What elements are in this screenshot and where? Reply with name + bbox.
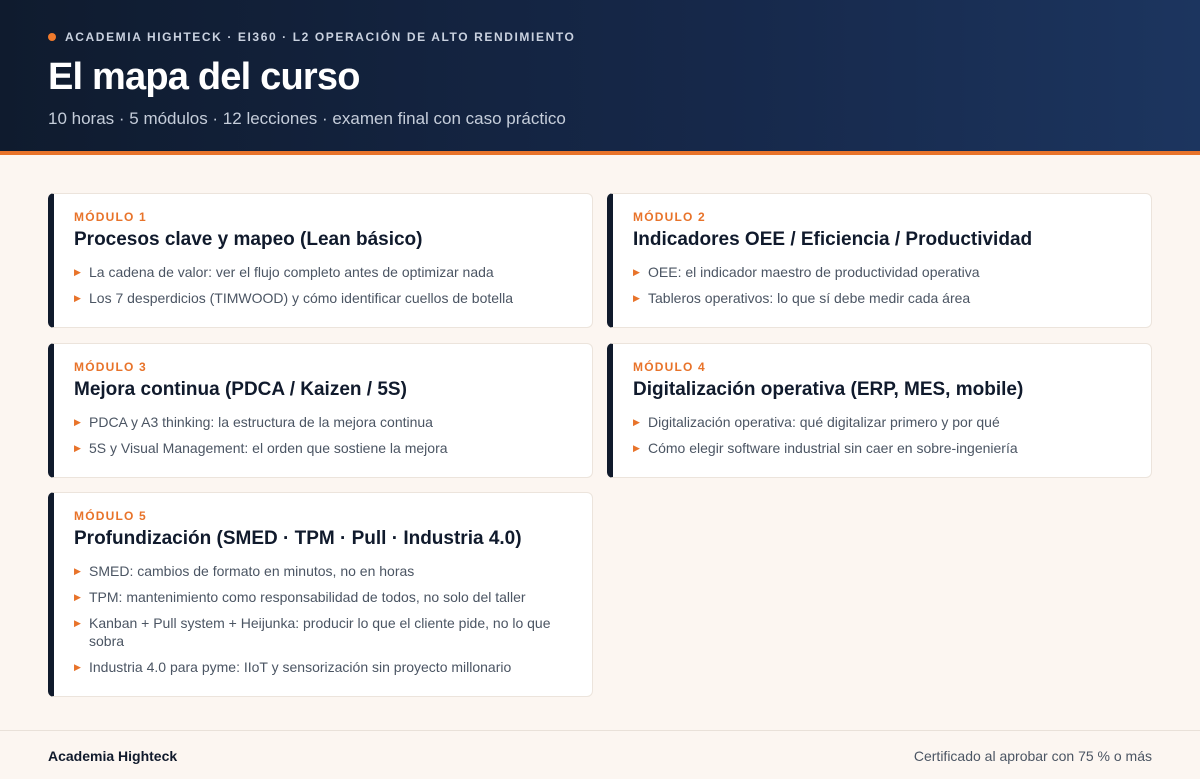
module-title: Profundización (SMED · TPM · Pull · Indu… (74, 528, 522, 549)
lesson-list: ▶ SMED: cambios de formato en minutos, no… (74, 562, 572, 676)
module-label: MÓDULO 3 (74, 360, 147, 374)
lesson-text: PDCA y A3 thinking: la estructura de la … (89, 414, 433, 430)
lesson-text: Los 7 desperdicios (TIMWOOD) y cómo iden… (89, 290, 514, 306)
triangle-bullet-icon: ▶ (633, 293, 640, 303)
triangle-bullet-icon: ▶ (74, 662, 81, 672)
lesson-text: SMED: cambios de formato en minutos, no … (89, 563, 415, 579)
triangle-bullet-icon: ▶ (74, 592, 81, 602)
triangle-bullet-icon: ▶ (633, 443, 640, 453)
lesson-text: TPM: mantenimiento como responsabilidad … (89, 589, 526, 605)
module-card-5: MÓDULO 5 Profundización (SMED · TPM · Pu… (48, 492, 593, 697)
module-card-2: MÓDULO 2 Indicadores OEE / Eficiencia / … (607, 193, 1152, 328)
lesson-item: ▶ 5S y Visual Management: el orden que so… (74, 439, 572, 457)
lesson-item: ▶ Digitalización operativa: qué digitaliz… (633, 413, 1131, 431)
lesson-list: ▶ Digitalización operativa: qué digitaliz… (633, 413, 1131, 457)
footer: Academia Highteck Certificado al aprobar… (0, 730, 1200, 779)
lesson-text: La cadena de valor: ver el flujo complet… (89, 264, 494, 280)
lesson-text: Cómo elegir software industrial sin caer… (648, 440, 1018, 456)
module-title: Digitalización operativa (ERP, MES, mobi… (633, 379, 1024, 400)
lesson-text: OEE: el indicador maestro de productivid… (648, 264, 980, 280)
module-label: MÓDULO 4 (633, 360, 706, 374)
triangle-bullet-icon: ▶ (74, 267, 81, 277)
lesson-item: ▶ Kanban + Pull system + Heijunka: produc… (74, 614, 572, 650)
lesson-list: ▶ PDCA y A3 thinking: la estructura de la… (74, 413, 572, 457)
lesson-item: ▶ Tableros operativos: lo que sí debe med… (633, 289, 1131, 307)
lesson-item: ▶ Cómo elegir software industrial sin cae… (633, 439, 1131, 457)
lesson-list: ▶ La cadena de valor: ver el flujo comple… (74, 263, 572, 307)
lesson-item: ▶ TPM: mantenimiento como responsabilidad… (74, 588, 572, 606)
module-title: Procesos clave y mapeo (Lean básico) (74, 229, 423, 250)
page-subtitle: 10 horas · 5 módulos · 12 lecciones · ex… (48, 109, 566, 128)
module-card-4: MÓDULO 4 Digitalización operativa (ERP, … (607, 343, 1152, 478)
triangle-bullet-icon: ▶ (74, 443, 81, 453)
footer-brand: Academia Highteck (48, 748, 178, 764)
certificate-note: Certificado al aprobar con 75 % o más (913, 748, 1152, 764)
lesson-item: ▶ Los 7 desperdicios (TIMWOOD) y cómo ide… (74, 289, 572, 307)
module-label: MÓDULO 2 (633, 210, 706, 224)
lesson-item: ▶ PDCA y A3 thinking: la estructura de la… (74, 413, 572, 431)
lesson-text: Kanban + Pull system + Heijunka: produci… (89, 615, 551, 649)
page-title: El mapa del curso (48, 56, 360, 98)
lesson-text: 5S y Visual Management: el orden que sos… (89, 440, 448, 456)
module-title: Mejora continua (PDCA / Kaizen / 5S) (74, 379, 407, 400)
module-label: MÓDULO 1 (74, 210, 147, 224)
eyebrow: ACADEMIA HIGHTECK · EI360 · L2 OPERACIÓN… (48, 30, 575, 44)
lesson-item: ▶ La cadena de valor: ver el flujo comple… (74, 263, 572, 281)
triangle-bullet-icon: ▶ (633, 267, 640, 277)
header: ACADEMIA HIGHTECK · EI360 · L2 OPERACIÓN… (0, 0, 1200, 155)
triangle-bullet-icon: ▶ (633, 417, 640, 427)
lesson-list: ▶ OEE: el indicador maestro de productivi… (633, 263, 1131, 307)
module-card-1: MÓDULO 1 Procesos clave y mapeo (Lean bá… (48, 193, 593, 328)
module-title: Indicadores OEE / Eficiencia / Productiv… (633, 229, 1033, 250)
lesson-text: Digitalización operativa: qué digitaliza… (648, 414, 1000, 430)
lesson-text: Tableros operativos: lo que sí debe medi… (648, 290, 971, 306)
eyebrow-text: ACADEMIA HIGHTECK · EI360 · L2 OPERACIÓN… (65, 30, 576, 44)
triangle-bullet-icon: ▶ (74, 293, 81, 303)
lesson-text: Industria 4.0 para pyme: IIoT y sensoriz… (89, 659, 512, 675)
triangle-bullet-icon: ▶ (74, 566, 81, 576)
triangle-bullet-icon: ▶ (74, 618, 81, 628)
lesson-item: ▶ SMED: cambios de formato en minutos, no… (74, 562, 572, 580)
accent-dot-icon (48, 33, 56, 41)
triangle-bullet-icon: ▶ (74, 417, 81, 427)
lesson-item: ▶ Industria 4.0 para pyme: IIoT y sensori… (74, 658, 572, 676)
lesson-item: ▶ OEE: el indicador maestro de productivi… (633, 263, 1131, 281)
module-label: MÓDULO 5 (74, 509, 147, 523)
module-card-3: MÓDULO 3 Mejora continua (PDCA / Kaizen … (48, 343, 593, 478)
